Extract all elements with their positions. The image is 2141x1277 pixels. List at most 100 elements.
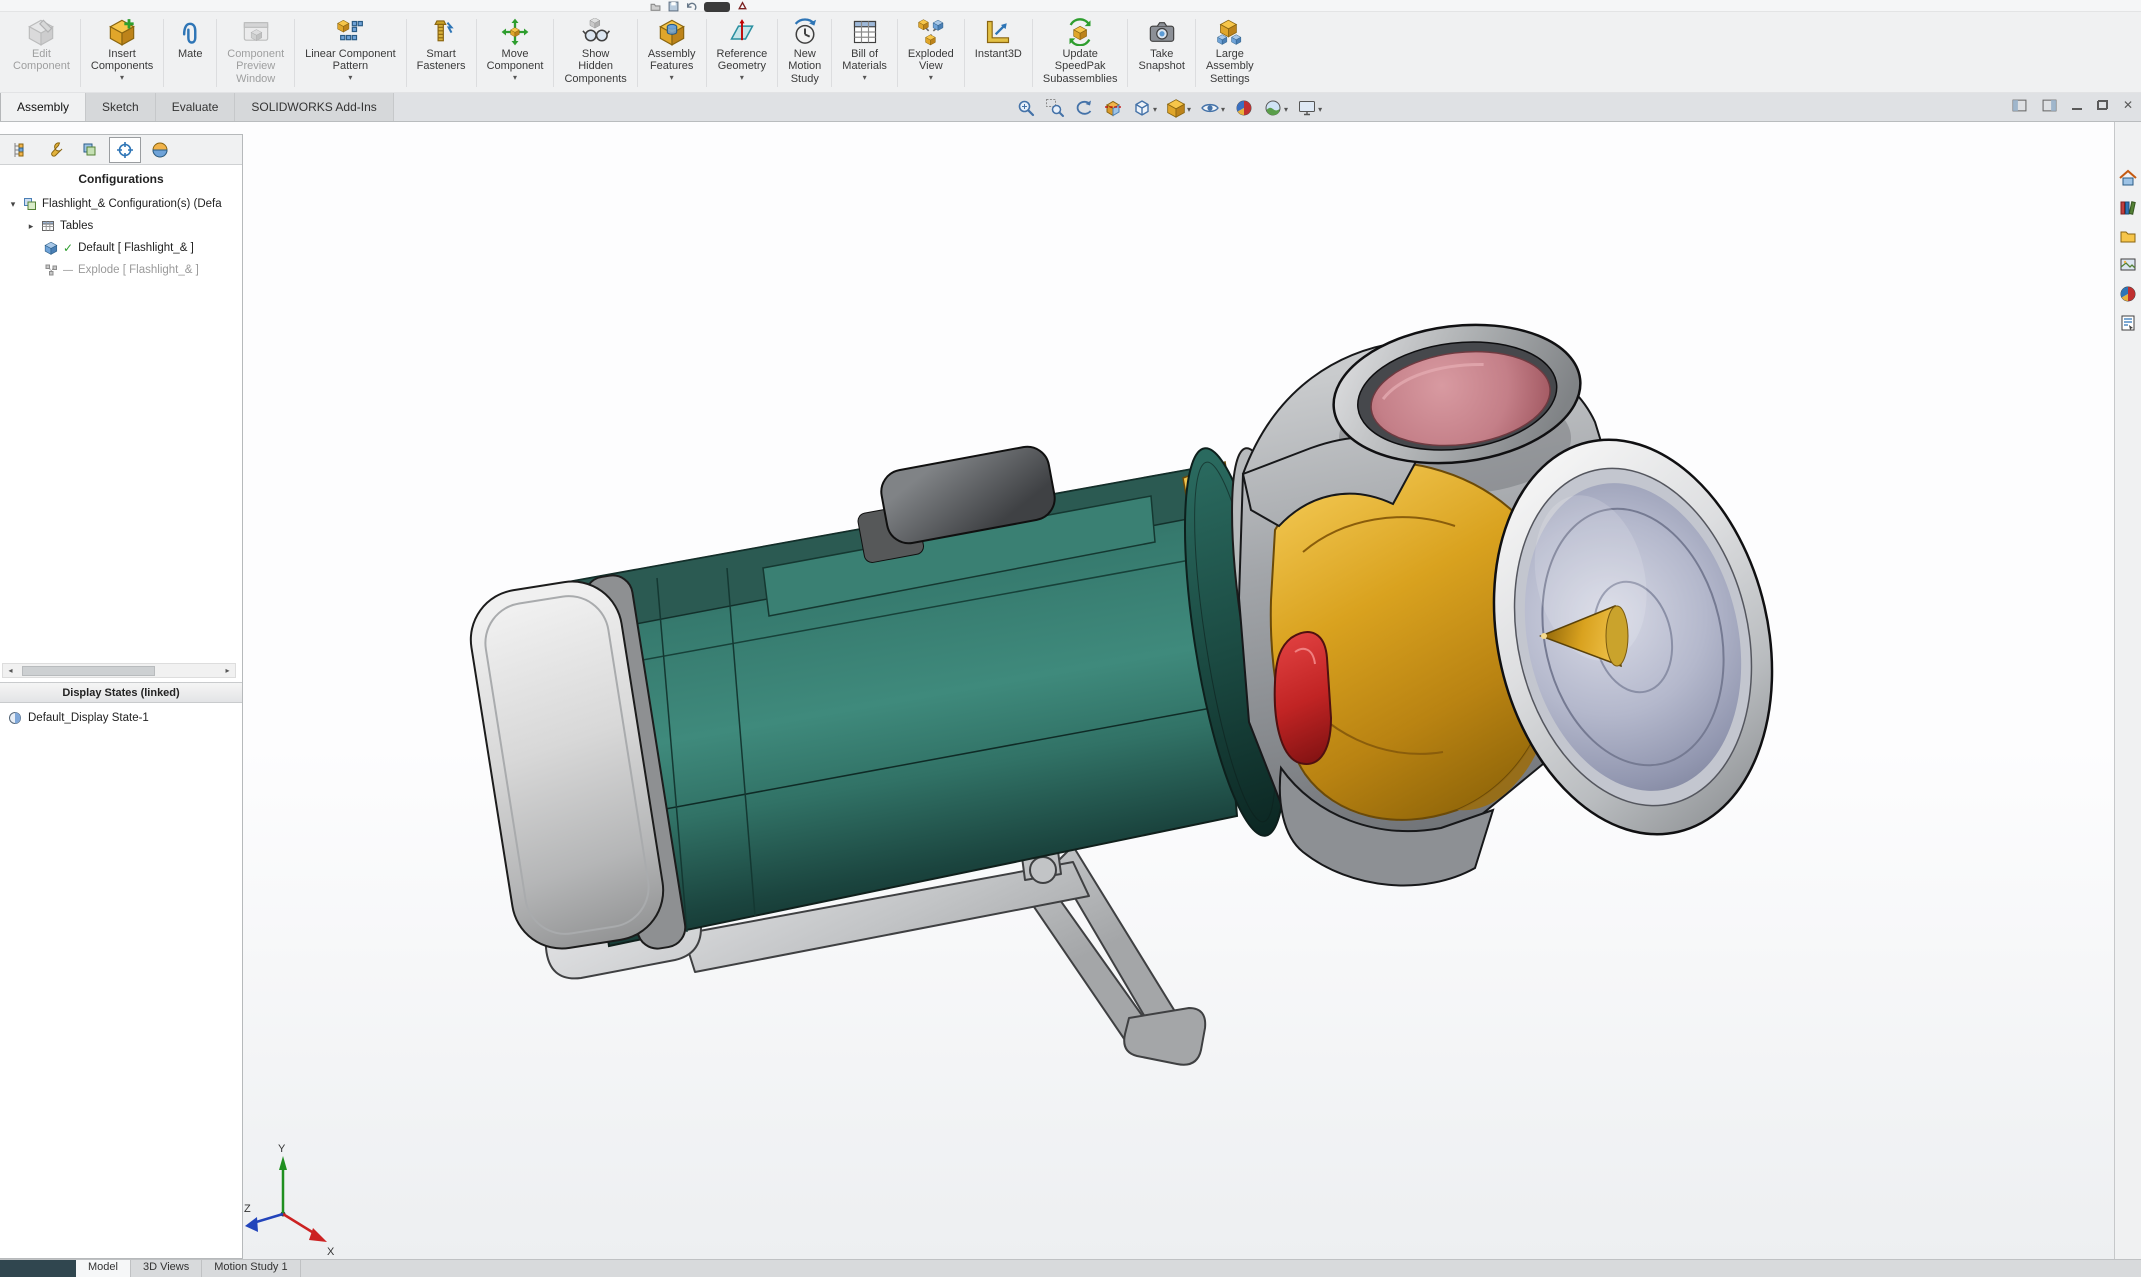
new-motion-study-icon	[791, 16, 819, 48]
restore-button[interactable]	[2097, 97, 2108, 113]
tab-model[interactable]: Model	[76, 1260, 131, 1277]
display-states-header[interactable]: Display States (linked)	[0, 682, 242, 703]
ribbon-button-label: New Motion Study	[788, 48, 821, 85]
propertymanager-tab[interactable]	[39, 137, 71, 163]
dropdown-caret-icon[interactable]	[348, 73, 352, 82]
component-switch-red[interactable]	[1275, 632, 1331, 764]
ribbon-button-reference-geometry[interactable]: Reference Geometry	[710, 14, 775, 92]
previous-view-icon[interactable]	[1073, 97, 1095, 119]
toolbar-separator	[637, 19, 638, 87]
tab-solidworks-add-ins[interactable]: SOLIDWORKS Add-Ins	[235, 93, 393, 121]
ribbon-button-linear-component-pattern[interactable]: Linear Component Pattern	[298, 14, 403, 92]
ribbon-button-insert-components[interactable]: Insert Components	[84, 14, 160, 92]
section-view-icon[interactable]	[1102, 97, 1124, 119]
appearances-icon[interactable]	[2119, 285, 2137, 303]
bottom-tab-label: Model	[88, 1261, 118, 1273]
ribbon-button-show-hidden-components[interactable]: Show Hidden Components	[557, 14, 633, 92]
config-tree-explode[interactable]: Explode [ Flashlight_& ]	[0, 259, 242, 281]
tab-evaluate[interactable]: Evaluate	[156, 93, 236, 121]
display-state-item[interactable]: Default_Display State-1	[0, 707, 242, 729]
expand-arrow-icon[interactable]	[8, 199, 18, 210]
collapse-arrow-icon[interactable]	[26, 221, 36, 232]
dropdown-caret-icon[interactable]	[740, 73, 744, 82]
dropdown-caret-icon[interactable]	[1317, 99, 1322, 117]
dropdown-caret-icon[interactable]	[929, 73, 933, 82]
dock-pane-icon[interactable]	[2012, 97, 2027, 113]
display-style-icon[interactable]	[1165, 97, 1192, 119]
zoom-to-fit-icon[interactable]	[1015, 97, 1037, 119]
dropdown-caret-icon[interactable]	[1152, 99, 1157, 117]
dropdown-caret-icon[interactable]	[1186, 99, 1191, 117]
scroll-right-button[interactable]	[220, 666, 235, 675]
graphics-area[interactable]: Y X Z	[0, 122, 2114, 1259]
config-tree-root[interactable]: Flashlight_& Configuration(s) (Defa	[0, 193, 242, 215]
dropdown-caret-icon[interactable]	[513, 73, 517, 82]
ribbon-button-update-speedpak-subassemblies[interactable]: Update SpeedPak Subassemblies	[1036, 14, 1125, 92]
model-3d-view[interactable]: Y X Z	[243, 122, 2114, 1259]
close-button[interactable]	[2123, 97, 2133, 113]
active-config-check-icon	[63, 241, 73, 255]
ribbon-button-smart-fasteners[interactable]: Smart Fasteners	[410, 14, 473, 92]
toolbar-separator	[406, 19, 407, 87]
file-explorer-icon[interactable]	[2119, 227, 2137, 245]
title-bar	[0, 0, 2141, 12]
home-icon[interactable]	[2118, 168, 2138, 187]
dimxpertmanager-tab[interactable]	[109, 137, 141, 163]
tab-3d-views[interactable]: 3D Views	[131, 1260, 202, 1277]
open-document-icon[interactable]	[650, 1, 661, 12]
undo-icon[interactable]	[686, 1, 697, 12]
toolbar-separator	[553, 19, 554, 87]
ribbon-button-label: Insert Components	[91, 48, 153, 73]
tab-assembly[interactable]: Assembly	[0, 93, 86, 121]
tab-motion-study-1[interactable]: Motion Study 1	[202, 1260, 300, 1277]
config-tree-tables[interactable]: Tables	[0, 215, 242, 237]
custom-properties-icon[interactable]	[2119, 314, 2137, 332]
dropdown-caret-icon[interactable]	[120, 73, 124, 82]
ribbon-button-component-preview-window[interactable]: Component Preview Window	[220, 14, 291, 92]
view-orientation-icon[interactable]	[1131, 97, 1158, 119]
ribbon-button-take-snapshot[interactable]: Take Snapshot	[1131, 14, 1191, 92]
hide-show-items-icon[interactable]	[1199, 97, 1226, 119]
ribbon-button-large-assembly-settings[interactable]: Large Assembly Settings	[1199, 14, 1261, 92]
toolbar-separator	[831, 19, 832, 87]
design-library-icon[interactable]	[2119, 198, 2137, 216]
ribbon-button-exploded-view[interactable]: Exploded View	[901, 14, 961, 92]
orientation-triad[interactable]: Y X Z	[244, 1143, 335, 1258]
zoom-to-area-icon[interactable]	[1044, 97, 1066, 119]
ribbon-button-instant3d[interactable]: Instant3D	[968, 14, 1029, 92]
reference-geometry-icon	[728, 16, 756, 48]
dropdown-caret-icon[interactable]	[1283, 99, 1288, 117]
dropdown-caret-icon[interactable]	[1220, 99, 1225, 117]
undock-pane-icon[interactable]	[2042, 97, 2057, 113]
component-preview-window-icon	[242, 16, 270, 48]
active-document-tab[interactable]	[704, 2, 730, 12]
view-settings-icon[interactable]	[1296, 97, 1323, 119]
rebuild-icon[interactable]	[737, 1, 748, 12]
panel-horizontal-scrollbar[interactable]	[2, 663, 236, 678]
ribbon-button-edit-component[interactable]: Edit Component	[6, 14, 77, 92]
ribbon-button-move-component[interactable]: Move Component	[480, 14, 551, 92]
tab-sketch[interactable]: Sketch	[86, 93, 156, 121]
move-component-icon	[501, 16, 529, 48]
ribbon-button-mate[interactable]: Mate	[167, 14, 213, 92]
apply-scene-icon[interactable]	[1262, 97, 1289, 119]
panel-tab-strip	[0, 135, 242, 165]
scroll-left-button[interactable]	[3, 666, 18, 675]
ribbon-button-label: Instant3D	[975, 48, 1022, 60]
ribbon-button-new-motion-study[interactable]: New Motion Study	[781, 14, 828, 92]
featuremanager-tab[interactable]	[4, 137, 36, 163]
ribbon-button-bill-of-materials[interactable]: Bill of Materials	[835, 14, 894, 92]
dropdown-caret-icon[interactable]	[863, 73, 867, 82]
scrollbar-track[interactable]	[18, 664, 220, 677]
ribbon-button-assembly-features[interactable]: Assembly Features	[641, 14, 703, 92]
displaymanager-tab[interactable]	[144, 137, 176, 163]
view-palette-icon[interactable]	[2119, 256, 2137, 274]
scrollbar-thumb[interactable]	[22, 666, 155, 676]
configurations-title: Configurations	[0, 165, 242, 193]
save-icon[interactable]	[668, 1, 679, 12]
dropdown-caret-icon[interactable]	[670, 73, 674, 82]
configurationmanager-tab[interactable]	[74, 137, 106, 163]
minimize-button[interactable]	[2072, 97, 2082, 113]
edit-appearance-icon[interactable]	[1233, 97, 1255, 119]
config-tree-default[interactable]: Default [ Flashlight_& ]	[0, 237, 242, 259]
